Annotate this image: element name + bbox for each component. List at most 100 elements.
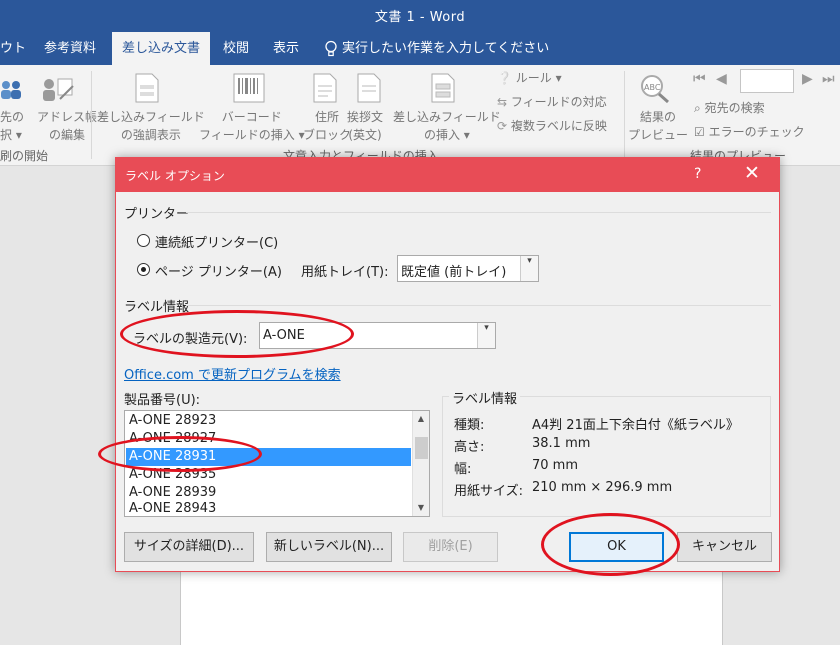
label-vendor-select[interactable]: A-ONE ▾ bbox=[259, 322, 496, 349]
dialog-title-bar: ラベル オプション ? ✕ bbox=[116, 158, 779, 192]
record-number-input[interactable] bbox=[740, 69, 794, 93]
page-printer-radio[interactable] bbox=[137, 263, 150, 276]
list-item[interactable]: A-ONE 28943 bbox=[126, 500, 411, 516]
preview-label-2: プレビュー bbox=[628, 128, 689, 142]
tab-references[interactable]: 参考資料 bbox=[44, 32, 96, 65]
paper-tray-select[interactable]: 既定値 (前トレイ) ▾ bbox=[397, 255, 539, 282]
continuous-printer-label[interactable]: 連続紙プリンター(C) bbox=[155, 232, 278, 251]
previous-record-icon[interactable]: ◀ bbox=[716, 70, 727, 88]
barcode-label-2: フィールドの挿入 ▾ bbox=[199, 128, 305, 142]
edit-recipients-label-1: アドレス帳 bbox=[37, 110, 98, 124]
list-item[interactable]: A-ONE 28935 bbox=[126, 466, 411, 484]
height-label: 高さ: bbox=[454, 440, 485, 455]
paper-tray-value: 既定値 (前トレイ) bbox=[401, 265, 507, 280]
size-details-button[interactable]: サイズの詳細(D)... bbox=[124, 532, 254, 562]
update-labels-label: 複数ラベルに反映 bbox=[510, 119, 607, 133]
close-icon[interactable]: ✕ bbox=[744, 162, 760, 184]
check-errors-icon: ☑ bbox=[694, 125, 705, 139]
last-record-icon[interactable]: ⏭ bbox=[822, 70, 835, 88]
insert-merge-label-1: 差し込みフィールド bbox=[393, 110, 501, 124]
tab-layout[interactable]: ウト bbox=[0, 32, 26, 65]
edit-recipient-list-button[interactable]: アドレス帳 の編集 bbox=[37, 108, 97, 144]
update-labels-button[interactable]: ⟳ 複数ラベルに反映 bbox=[497, 117, 607, 135]
edit-recipients-label-2: の編集 bbox=[49, 128, 86, 142]
preview-results-icon: ABC bbox=[641, 75, 669, 103]
first-record-icon[interactable]: ⏮ bbox=[693, 70, 706, 88]
insert-barcode-field-button[interactable]: バーコード フィールドの挿入 ▾ bbox=[199, 108, 305, 144]
update-labels-icon: ⟳ bbox=[497, 119, 508, 133]
tell-me-search[interactable]: 実行したい作業を入力してください bbox=[342, 32, 549, 65]
chevron-down-icon[interactable]: ▾ bbox=[520, 256, 538, 281]
printer-group-label: プリンター bbox=[124, 207, 190, 222]
insert-merge-field-button[interactable]: 差し込みフィールド の挿入 ▾ bbox=[393, 108, 501, 144]
label-vendor-value: A-ONE bbox=[263, 328, 305, 343]
list-item-selected[interactable]: A-ONE 28931 bbox=[126, 448, 411, 466]
select-recipients-button[interactable]: 先の 択 ▾ bbox=[0, 108, 24, 144]
paper-size-value: 210 mm × 296.9 mm bbox=[532, 480, 673, 495]
vendor-label: ラベルの製造元(V): bbox=[133, 332, 248, 347]
match-fields-button[interactable]: ⇆ フィールドの対応 bbox=[497, 93, 607, 111]
scroll-thumb[interactable] bbox=[415, 437, 428, 459]
preview-results-button[interactable]: 結果の プレビュー bbox=[628, 108, 688, 144]
tab-view[interactable]: 表示 bbox=[273, 32, 299, 65]
rules-button[interactable]: ❔ ルール ▾ bbox=[497, 69, 562, 87]
label-info-panel: ラベル情報 種類: A4判 21面上下余白付《紙ラベル》 高さ: 38.1 mm… bbox=[442, 388, 771, 517]
group-label-start: 刷の開始 bbox=[0, 149, 49, 163]
rules-icon: ❔ bbox=[497, 71, 512, 85]
continuous-printer-radio[interactable] bbox=[137, 234, 150, 247]
people-icon bbox=[1, 81, 21, 99]
rules-label: ルール ▾ bbox=[515, 71, 562, 85]
tab-review[interactable]: 校閲 bbox=[223, 32, 249, 65]
select-recipients-label-2: 択 ▾ bbox=[0, 128, 22, 142]
scroll-down-icon[interactable]: ▼ bbox=[413, 500, 429, 516]
chevron-down-icon[interactable]: ▾ bbox=[477, 323, 495, 348]
product-number-label: 製品番号(U): bbox=[124, 393, 201, 408]
highlight-merge-fields-button[interactable]: 差し込みフィールド の強調表示 bbox=[97, 108, 205, 144]
barcode-icon bbox=[233, 73, 265, 103]
find-recipient-label: 宛先の検索 bbox=[704, 101, 765, 115]
address-block-button[interactable]: 住所 ブロック bbox=[303, 108, 351, 144]
group-divider bbox=[186, 212, 771, 213]
highlight-label-1: 差し込みフィールド bbox=[97, 110, 205, 124]
width-label: 幅: bbox=[454, 462, 472, 477]
ribbon-tabs: ウト 参考資料 差し込み文書 校閲 表示 実行したい作業を入力してください bbox=[0, 32, 840, 65]
check-errors-label: エラーのチェック bbox=[708, 125, 805, 139]
address-book-edit-icon bbox=[43, 78, 74, 101]
label-options-dialog: ラベル オプション ? ✕ プリンター 連続紙プリンター(C) ページ プリンタ… bbox=[115, 157, 780, 572]
address-label-1: 住所 bbox=[315, 110, 340, 124]
ok-button[interactable]: OK bbox=[569, 532, 664, 562]
ribbon: 先の 択 ▾ アドレス帳 の編集 刷の開始 差し込みフィールド の強調表示 バー… bbox=[0, 65, 840, 166]
tab-mailings[interactable]: 差し込み文書 bbox=[112, 32, 211, 65]
barcode-label-1: バーコード bbox=[221, 110, 282, 124]
paper-size-label: 用紙サイズ: bbox=[454, 484, 523, 499]
dialog-title: ラベル オプション bbox=[125, 169, 225, 183]
lightbulb-icon bbox=[325, 40, 337, 57]
title-bar: 文書 1 - Word bbox=[0, 0, 840, 32]
greeting-label-1: 挨拶文 bbox=[347, 110, 384, 124]
list-item[interactable]: A-ONE 28927 bbox=[126, 430, 411, 448]
product-number-list[interactable]: A-ONE 28923 A-ONE 28927 A-ONE 28931 A-ON… bbox=[124, 410, 430, 517]
greeting-line-button[interactable]: 挨拶文 (英文) bbox=[347, 108, 383, 144]
address-block-icon bbox=[313, 73, 337, 103]
label-info-caption: ラベル情報 bbox=[449, 388, 521, 407]
highlight-label-2: の強調表示 bbox=[120, 128, 181, 142]
window-title: 文書 1 - Word bbox=[374, 10, 466, 25]
list-scrollbar[interactable]: ▲ ▼ bbox=[412, 411, 429, 516]
help-icon[interactable]: ? bbox=[694, 166, 701, 182]
new-label-button[interactable]: 新しいラベル(N)... bbox=[266, 532, 392, 562]
next-record-icon[interactable]: ▶ bbox=[802, 70, 813, 88]
find-recipient-icon: ⌕ bbox=[694, 101, 701, 115]
delete-button[interactable]: 削除(E) bbox=[403, 532, 498, 562]
list-item[interactable]: A-ONE 28923 bbox=[126, 412, 411, 430]
check-errors-button[interactable]: ☑ エラーのチェック bbox=[694, 123, 805, 141]
scroll-up-icon[interactable]: ▲ bbox=[413, 411, 429, 427]
greeting-line-icon bbox=[357, 73, 381, 103]
update-office-link[interactable]: Office.com で更新プログラムを検索 bbox=[124, 364, 341, 383]
insert-merge-field-icon bbox=[431, 73, 455, 103]
type-label: 種類: bbox=[454, 418, 485, 433]
address-label-2: ブロック bbox=[303, 128, 352, 142]
cancel-button[interactable]: キャンセル bbox=[677, 532, 772, 562]
match-fields-icon: ⇆ bbox=[497, 95, 508, 109]
page-printer-label[interactable]: ページ プリンター(A) bbox=[155, 261, 282, 280]
find-recipient-button[interactable]: ⌕ 宛先の検索 bbox=[694, 99, 765, 117]
